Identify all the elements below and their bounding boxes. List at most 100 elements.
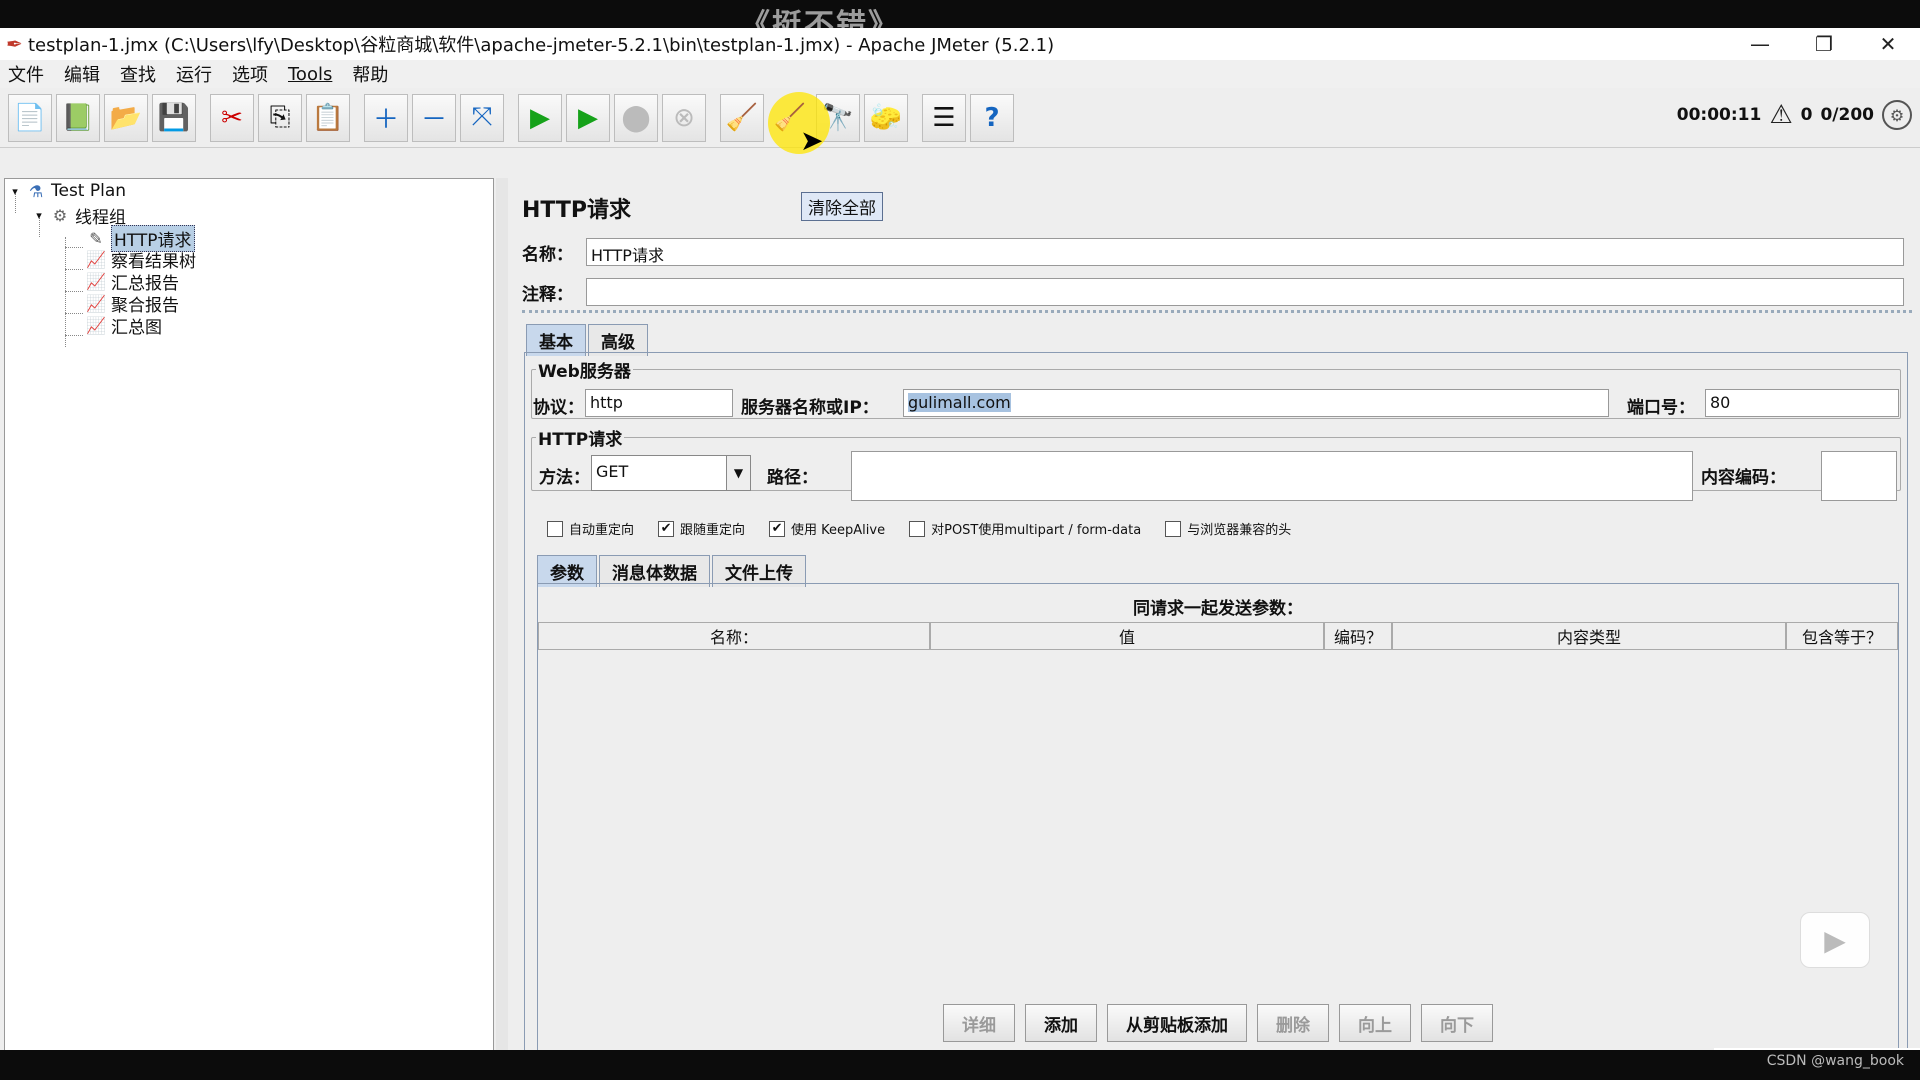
menu-run[interactable]: 运行 (176, 61, 212, 87)
video-play-icon[interactable]: ▶ (1800, 912, 1870, 968)
menu-bar: 文件 编辑 查找 运行 选项 Tools 帮助 (0, 60, 1920, 88)
request-options: 自动重定向 ✔ 跟随重定向 ✔ 使用 KeepAlive 对POST使用multip… (547, 519, 1315, 538)
parameters-heading: 同请求一起发送参数： (1133, 599, 1303, 619)
tree-toggle-icon[interactable]: ▾ (9, 181, 21, 201)
protocol-input[interactable]: http (585, 389, 733, 417)
web-server-legend: Web服务器 (538, 362, 631, 382)
method-select[interactable]: GET ▼ (591, 455, 751, 491)
clear-icon[interactable]: 🧹 (720, 93, 764, 142)
protocol-label: 协议： (533, 398, 584, 418)
add-button[interactable]: 添加 (1025, 1004, 1097, 1042)
warning-icon[interactable]: ⚠ (1769, 100, 1792, 130)
listener-graph-icon: 📈 (86, 294, 106, 313)
check-icon[interactable]: ✔ (658, 520, 675, 537)
test-plan-icon: ⚗ (28, 181, 44, 201)
checkbox-box[interactable] (547, 520, 563, 537)
name-label: 名称： (522, 244, 573, 265)
close-button[interactable]: ✕ (1856, 28, 1920, 60)
start-icon[interactable]: ▶ (518, 93, 562, 142)
parameter-buttons: 详细 添加 从剪贴板添加 删除 向上 向下 (538, 1004, 1898, 1042)
tree-toggle-icon[interactable]: ▾ (33, 206, 45, 226)
follow-redirect-checkbox[interactable]: ✔ 跟随重定向 (658, 519, 745, 538)
elapsed-time: 00:00:11 (1676, 105, 1762, 125)
detail-button[interactable]: 详细 (943, 1004, 1015, 1042)
toggle-icon[interactable]: ⤧ (460, 93, 504, 142)
column-name[interactable]: 名称： (538, 622, 930, 650)
listener-graph-icon: 📈 (86, 272, 106, 291)
column-encode[interactable]: 编码？ (1324, 622, 1392, 650)
toolbar: 📄 📗 📂 💾 ✂ ⎘ 📋 ＋ － ⤧ ▶ ▶ ⬤ ⊗ 🧹 🧹 🔭 🧽 ☰ ? … (0, 88, 1920, 157)
panel-title: HTTP请求 (522, 198, 632, 223)
port-input[interactable]: 80 (1705, 389, 1899, 417)
tree-node-test-plan[interactable]: ▾ ⚗ Test Plan (9, 181, 126, 201)
checkbox-box[interactable] (1165, 520, 1182, 537)
save-icon[interactable]: 💾 (152, 93, 196, 142)
basic-tab-body: Web服务器 协议： http 服务器名称或IP： gulimall.com 端… (524, 352, 1908, 1074)
column-include-equals[interactable]: 包含等于？ (1786, 622, 1898, 650)
column-value[interactable]: 值 (930, 622, 1324, 650)
method-label: 方法： (539, 468, 590, 488)
minimize-button[interactable]: — (1728, 28, 1792, 60)
menu-file[interactable]: 文件 (8, 61, 44, 87)
tree-node-summary-graph[interactable]: 📈 汇总图 (85, 313, 162, 338)
tree-label: 汇总图 (111, 318, 162, 338)
cut-icon[interactable]: ✂ (210, 93, 254, 142)
start-no-pauses-icon[interactable]: ▶ (566, 93, 610, 142)
checkbox-box[interactable] (909, 520, 926, 537)
open-icon[interactable]: 📂 (104, 93, 148, 142)
menu-search[interactable]: 查找 (120, 61, 156, 87)
server-name-input[interactable]: gulimall.com (903, 389, 1609, 417)
collapse-divider[interactable] (522, 310, 1912, 313)
add-from-clipboard-button[interactable]: 从剪贴板添加 (1107, 1004, 1247, 1042)
auto-redirect-checkbox[interactable]: 自动重定向 (547, 519, 634, 538)
new-icon[interactable]: 📄 (8, 93, 52, 142)
restore-button[interactable]: ❐ (1792, 28, 1856, 60)
column-content-type[interactable]: 内容类型 (1392, 622, 1786, 650)
server-name-value: gulimall.com (908, 393, 1011, 412)
clear-all-icon[interactable]: 🧹 (768, 94, 812, 142)
video-top-bar (0, 0, 1920, 28)
watermark: CSDN @wang_book (1766, 1053, 1904, 1069)
menu-options[interactable]: 选项 (232, 61, 268, 87)
remote-status-icon: ⚙ (1882, 100, 1912, 130)
thread-group-gear-icon: ⚙ (52, 206, 68, 225)
jmeter-feather-icon: ✒ (6, 32, 23, 56)
collapse-icon[interactable]: － (412, 93, 456, 142)
comment-input[interactable] (586, 278, 1904, 306)
keepalive-checkbox[interactable]: ✔ 使用 KeepAlive (769, 519, 885, 538)
delete-button[interactable]: 删除 (1257, 1004, 1329, 1042)
check-icon[interactable]: ✔ (769, 520, 786, 537)
sampler-pen-icon: ✎ (89, 229, 103, 248)
tree-label: Test Plan (51, 181, 127, 201)
paste-icon[interactable]: 📋 (306, 93, 350, 142)
shutdown-icon[interactable]: ⊗ (662, 93, 706, 142)
help-icon[interactable]: ? (970, 93, 1014, 142)
path-label: 路径： (767, 468, 818, 488)
active-threads: 0/200 (1820, 105, 1874, 125)
method-value: GET (596, 462, 629, 481)
templates-icon[interactable]: 📗 (56, 93, 100, 142)
multipart-checkbox[interactable]: 对POST使用multipart / form-data (909, 519, 1141, 538)
window-title: testplan-1.jmx (C:\Users\lfy\Desktop\谷粒商… (28, 35, 1055, 56)
stop-icon[interactable]: ⬤ (614, 93, 658, 142)
path-input[interactable] (851, 451, 1693, 501)
panel-splitter[interactable] (496, 178, 508, 1076)
menu-edit[interactable]: 编辑 (64, 61, 100, 87)
server-name-label: 服务器名称或IP： (741, 398, 879, 418)
function-helper-icon[interactable]: ☰ (922, 93, 966, 142)
menu-tools[interactable]: Tools (288, 64, 332, 85)
menu-help[interactable]: 帮助 (352, 61, 388, 87)
copy-icon[interactable]: ⎘ (258, 93, 302, 142)
content-encoding-input[interactable] (1821, 451, 1897, 501)
warning-count: 0 (1800, 105, 1813, 125)
chevron-down-icon[interactable]: ▼ (726, 456, 750, 490)
move-up-button[interactable]: 向上 (1339, 1004, 1411, 1042)
move-down-button[interactable]: 向下 (1421, 1004, 1493, 1042)
clear-all-tooltip: 清除全部 (801, 192, 883, 221)
parameters-panel: 同请求一起发送参数： 名称： 值 编码？ 内容类型 包含等于？ 详细 添加 从剪… (537, 583, 1899, 1067)
expand-icon[interactable]: ＋ (364, 93, 408, 142)
browser-headers-checkbox[interactable]: 与浏览器兼容的头 (1165, 519, 1291, 538)
run-status: 00:00:11 ⚠ 0 0/200 ⚙ (1669, 100, 1912, 130)
name-input[interactable]: HTTP请求 (586, 238, 1904, 266)
reset-search-icon[interactable]: 🧽 (864, 93, 908, 142)
